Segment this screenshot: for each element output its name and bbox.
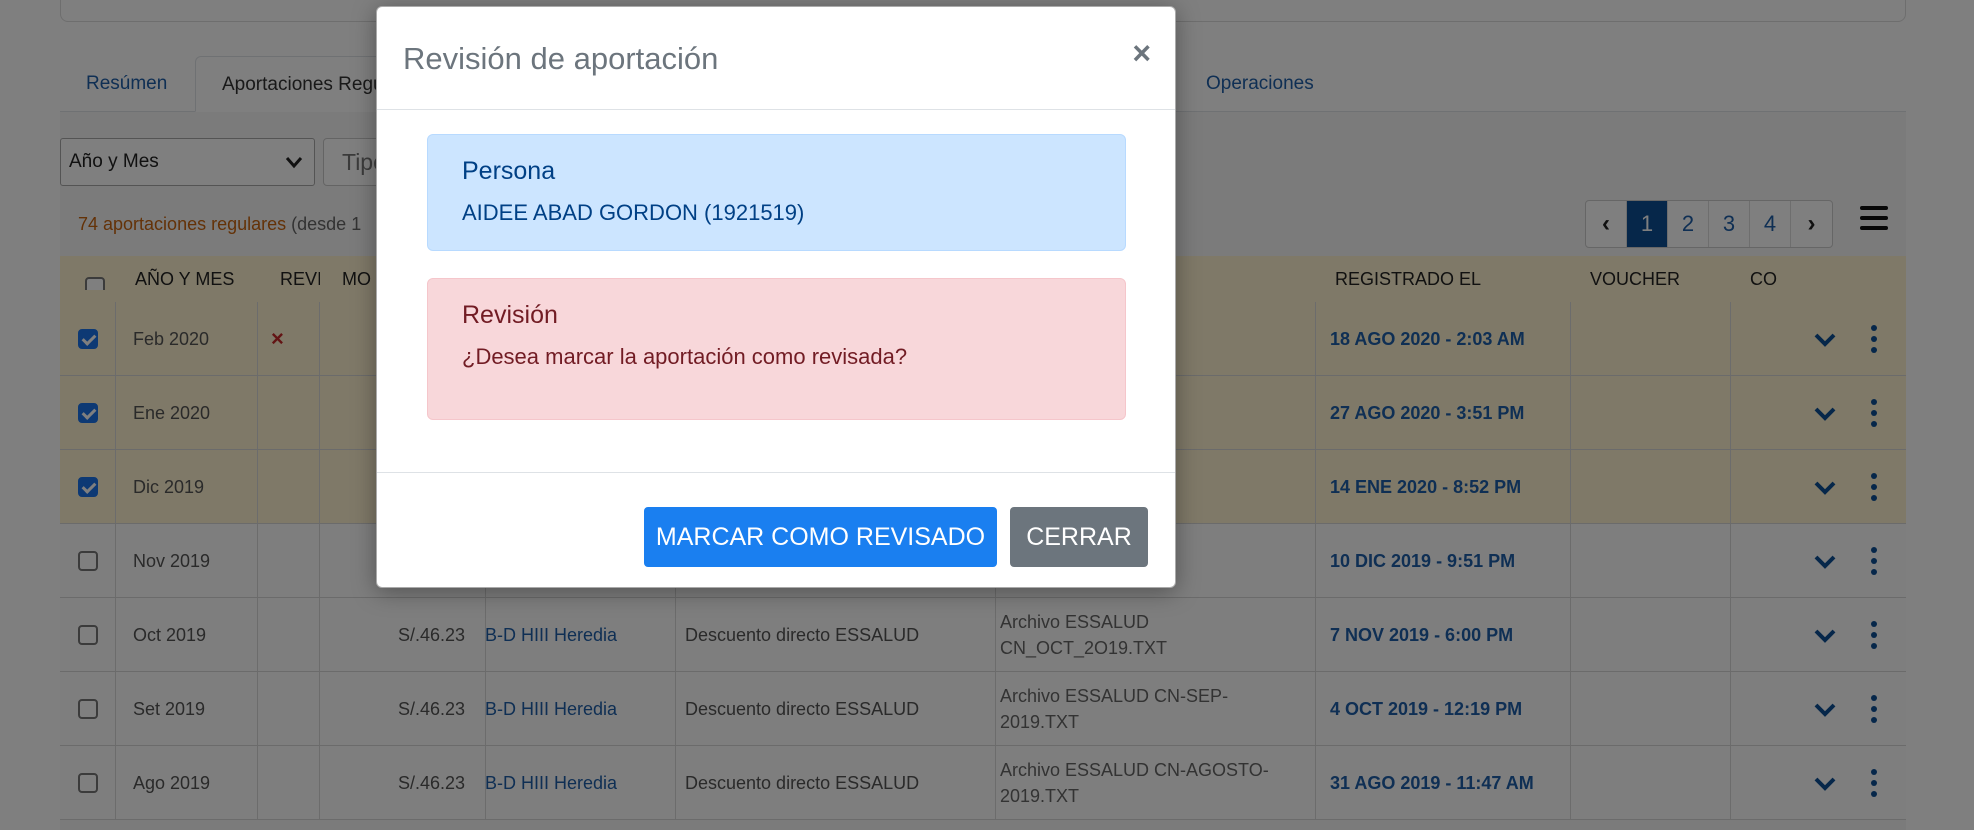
person-alert: Persona AIDEE ABAD GORDON (1921519) xyxy=(427,134,1126,251)
close-icon[interactable]: × xyxy=(1132,37,1151,69)
close-button[interactable]: CERRAR xyxy=(1010,507,1148,567)
review-heading: Revisión xyxy=(462,301,558,329)
modal-footer: MARCAR COMO REVISADO CERRAR xyxy=(377,472,1175,588)
review-alert: Revisión ¿Desea marcar la aportación com… xyxy=(427,278,1126,420)
person-name: AIDEE ABAD GORDON (1921519) xyxy=(462,200,805,225)
review-question: ¿Desea marcar la aportación como revisad… xyxy=(462,344,908,369)
modal-title: Revisión de aportación xyxy=(403,41,719,76)
modal-header: Revisión de aportación × xyxy=(377,7,1175,110)
mark-reviewed-button[interactable]: MARCAR COMO REVISADO xyxy=(644,507,997,567)
person-heading: Persona xyxy=(462,157,556,185)
review-modal: Revisión de aportación × Persona AIDEE A… xyxy=(376,6,1176,588)
